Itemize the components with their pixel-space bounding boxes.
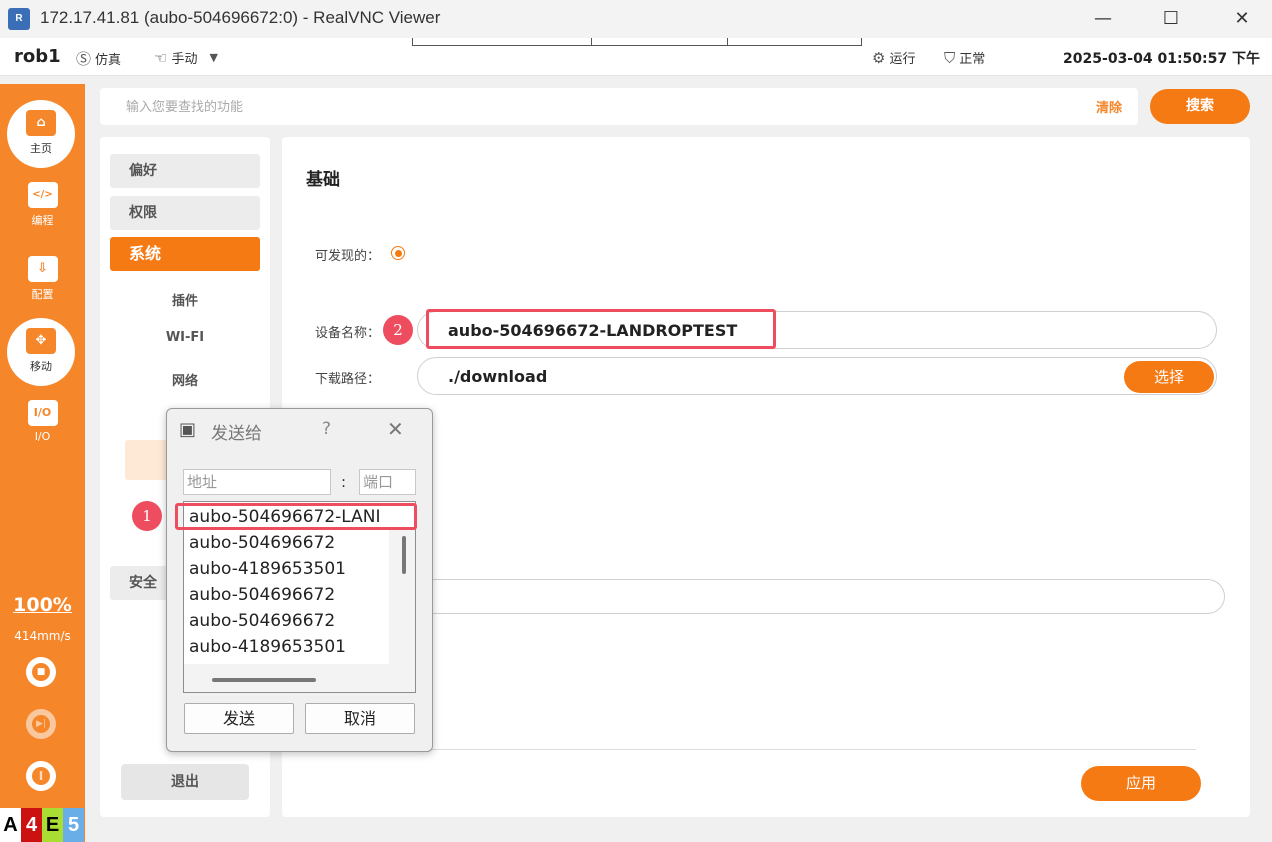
- nav-home-label: 主页: [30, 142, 52, 155]
- simulation-label: 仿真: [95, 53, 122, 68]
- submenu-plugins[interactable]: 插件: [100, 290, 270, 309]
- package-icon: ▣: [179, 419, 197, 440]
- pause-icon: ‖: [32, 767, 50, 785]
- robot-arm-icon: ⚙: [872, 48, 886, 67]
- list-item[interactable]: aubo-4189653501: [189, 637, 346, 657]
- shield-icon: ⛉: [944, 48, 956, 67]
- clear-button[interactable]: 清除: [1096, 97, 1122, 116]
- list-item[interactable]: aubo-504696672: [189, 611, 335, 631]
- status-badge-a: A: [0, 808, 21, 842]
- run-status: ⚙ 运行: [872, 48, 916, 68]
- search-button[interactable]: 搜索: [1150, 89, 1250, 124]
- download-path-label: 下载路径：: [315, 372, 381, 387]
- download-path-field[interactable]: ./download: [417, 357, 1217, 395]
- move-icon: ✥: [26, 328, 56, 354]
- io-icon: I/O: [27, 400, 58, 426]
- safety-status: ⛉ 正常: [944, 48, 986, 68]
- port-input[interactable]: 端口: [359, 469, 416, 495]
- address-input[interactable]: 地址: [183, 469, 331, 495]
- download-icon: ⇩: [27, 256, 58, 282]
- dialog-close-button[interactable]: ✕: [387, 417, 404, 441]
- code-icon: </>: [27, 182, 58, 208]
- close-window-button[interactable]: ✕: [1219, 4, 1265, 34]
- nav-programming-label: 编程: [31, 214, 54, 227]
- help-button[interactable]: ?: [322, 419, 331, 439]
- robot-name: rob1: [14, 46, 61, 67]
- hand-icon: ☜: [154, 48, 168, 67]
- status-badge-5: 5: [63, 808, 84, 842]
- download-path-value: ./download: [448, 367, 548, 386]
- nav-programming[interactable]: </> 编程: [0, 182, 85, 228]
- maximize-button[interactable]: ☐: [1148, 4, 1194, 34]
- realvnc-app-icon: R: [8, 8, 30, 30]
- section-title: 基础: [306, 170, 340, 190]
- nav-config-label: 配置: [31, 288, 54, 301]
- select-path-button[interactable]: 选择: [1124, 361, 1214, 393]
- search-bar: 清除: [100, 88, 1138, 125]
- nav-move[interactable]: ✥ 移动: [7, 318, 75, 386]
- menu-item-permissions[interactable]: 权限: [110, 196, 260, 230]
- discoverable-label: 可发现的：: [315, 249, 381, 264]
- send-to-dialog: ▣ 发送给 ? ✕ 地址 : 端口 aubo-504696672-LANI au…: [166, 408, 433, 752]
- send-button[interactable]: 发送: [184, 703, 294, 734]
- speed-value: 414mm/s: [14, 629, 71, 643]
- apply-button[interactable]: 应用: [1081, 766, 1201, 801]
- submenu-wifi[interactable]: WI-FI: [100, 330, 270, 345]
- annotation-box-2: [426, 309, 776, 349]
- stop-icon: ■: [32, 663, 50, 681]
- annotation-marker-2: 2: [383, 315, 413, 345]
- simulation-toggle[interactable]: Ⓢ 仿真: [76, 48, 121, 69]
- minimize-button[interactable]: —: [1080, 4, 1126, 34]
- status-badge-e: E: [42, 808, 63, 842]
- nav-config[interactable]: ⇩ 配置: [0, 256, 85, 302]
- top-overlay-field: [412, 38, 862, 46]
- submenu-highlight: [125, 440, 170, 480]
- annotation-box-1: [175, 503, 417, 530]
- nav-io-label: I/O: [34, 430, 51, 443]
- divider: [410, 749, 1196, 750]
- submenu-network[interactable]: 网络: [100, 370, 270, 389]
- list-item[interactable]: aubo-4189653501: [189, 559, 346, 579]
- status-badges: A 4 E 5: [0, 808, 85, 842]
- discoverable-radio[interactable]: [391, 246, 405, 260]
- list-item[interactable]: aubo-504696672: [189, 585, 335, 605]
- mode-label: 手动: [171, 52, 198, 67]
- step-forward-icon: ▶|: [32, 715, 50, 733]
- window-titlebar: R 172.17.41.81 (aubo-504696672:0) - Real…: [0, 0, 1272, 38]
- vertical-scrollbar[interactable]: [402, 536, 406, 574]
- cancel-button[interactable]: 取消: [305, 703, 415, 734]
- device-name-label: 设备名称：: [315, 326, 381, 341]
- stop-button[interactable]: ■: [26, 657, 56, 687]
- chevron-down-icon: ▼: [209, 51, 218, 64]
- home-icon: ⌂: [26, 110, 56, 136]
- dialog-title: 发送给: [211, 424, 262, 444]
- field-separator: [727, 38, 728, 45]
- run-label: 运行: [889, 52, 916, 67]
- menu-item-preferences[interactable]: 偏好: [110, 154, 260, 188]
- text-field[interactable]: [417, 579, 1225, 614]
- pause-button[interactable]: ‖: [26, 761, 56, 791]
- nav-home[interactable]: ⌂ 主页: [7, 100, 75, 168]
- window-title: 172.17.41.81 (aubo-504696672:0) - RealVN…: [40, 8, 441, 27]
- mode-dropdown[interactable]: ☜ 手动 ▼: [154, 48, 218, 68]
- annotation-marker-1: 1: [132, 501, 162, 531]
- datetime-display: 2025-03-04 01:50:57 下午: [1063, 51, 1260, 67]
- safety-status-label: 正常: [959, 52, 986, 67]
- simulation-icon: Ⓢ: [76, 50, 92, 68]
- exit-button[interactable]: 退出: [121, 764, 249, 800]
- list-item[interactable]: aubo-504696672: [189, 533, 335, 553]
- status-badge-4: 4: [21, 808, 42, 842]
- menu-item-system[interactable]: 系统: [110, 237, 260, 271]
- horizontal-scrollbar[interactable]: [212, 678, 316, 682]
- nav-move-label: 移动: [30, 360, 52, 373]
- field-separator: [591, 38, 592, 45]
- step-button[interactable]: ▶|: [26, 709, 56, 739]
- speed-percentage[interactable]: 100%: [0, 594, 85, 616]
- address-port-separator: :: [341, 473, 347, 491]
- search-input[interactable]: [110, 94, 1010, 120]
- nav-io[interactable]: I/O I/O: [0, 400, 85, 443]
- radio-dot: [394, 249, 402, 257]
